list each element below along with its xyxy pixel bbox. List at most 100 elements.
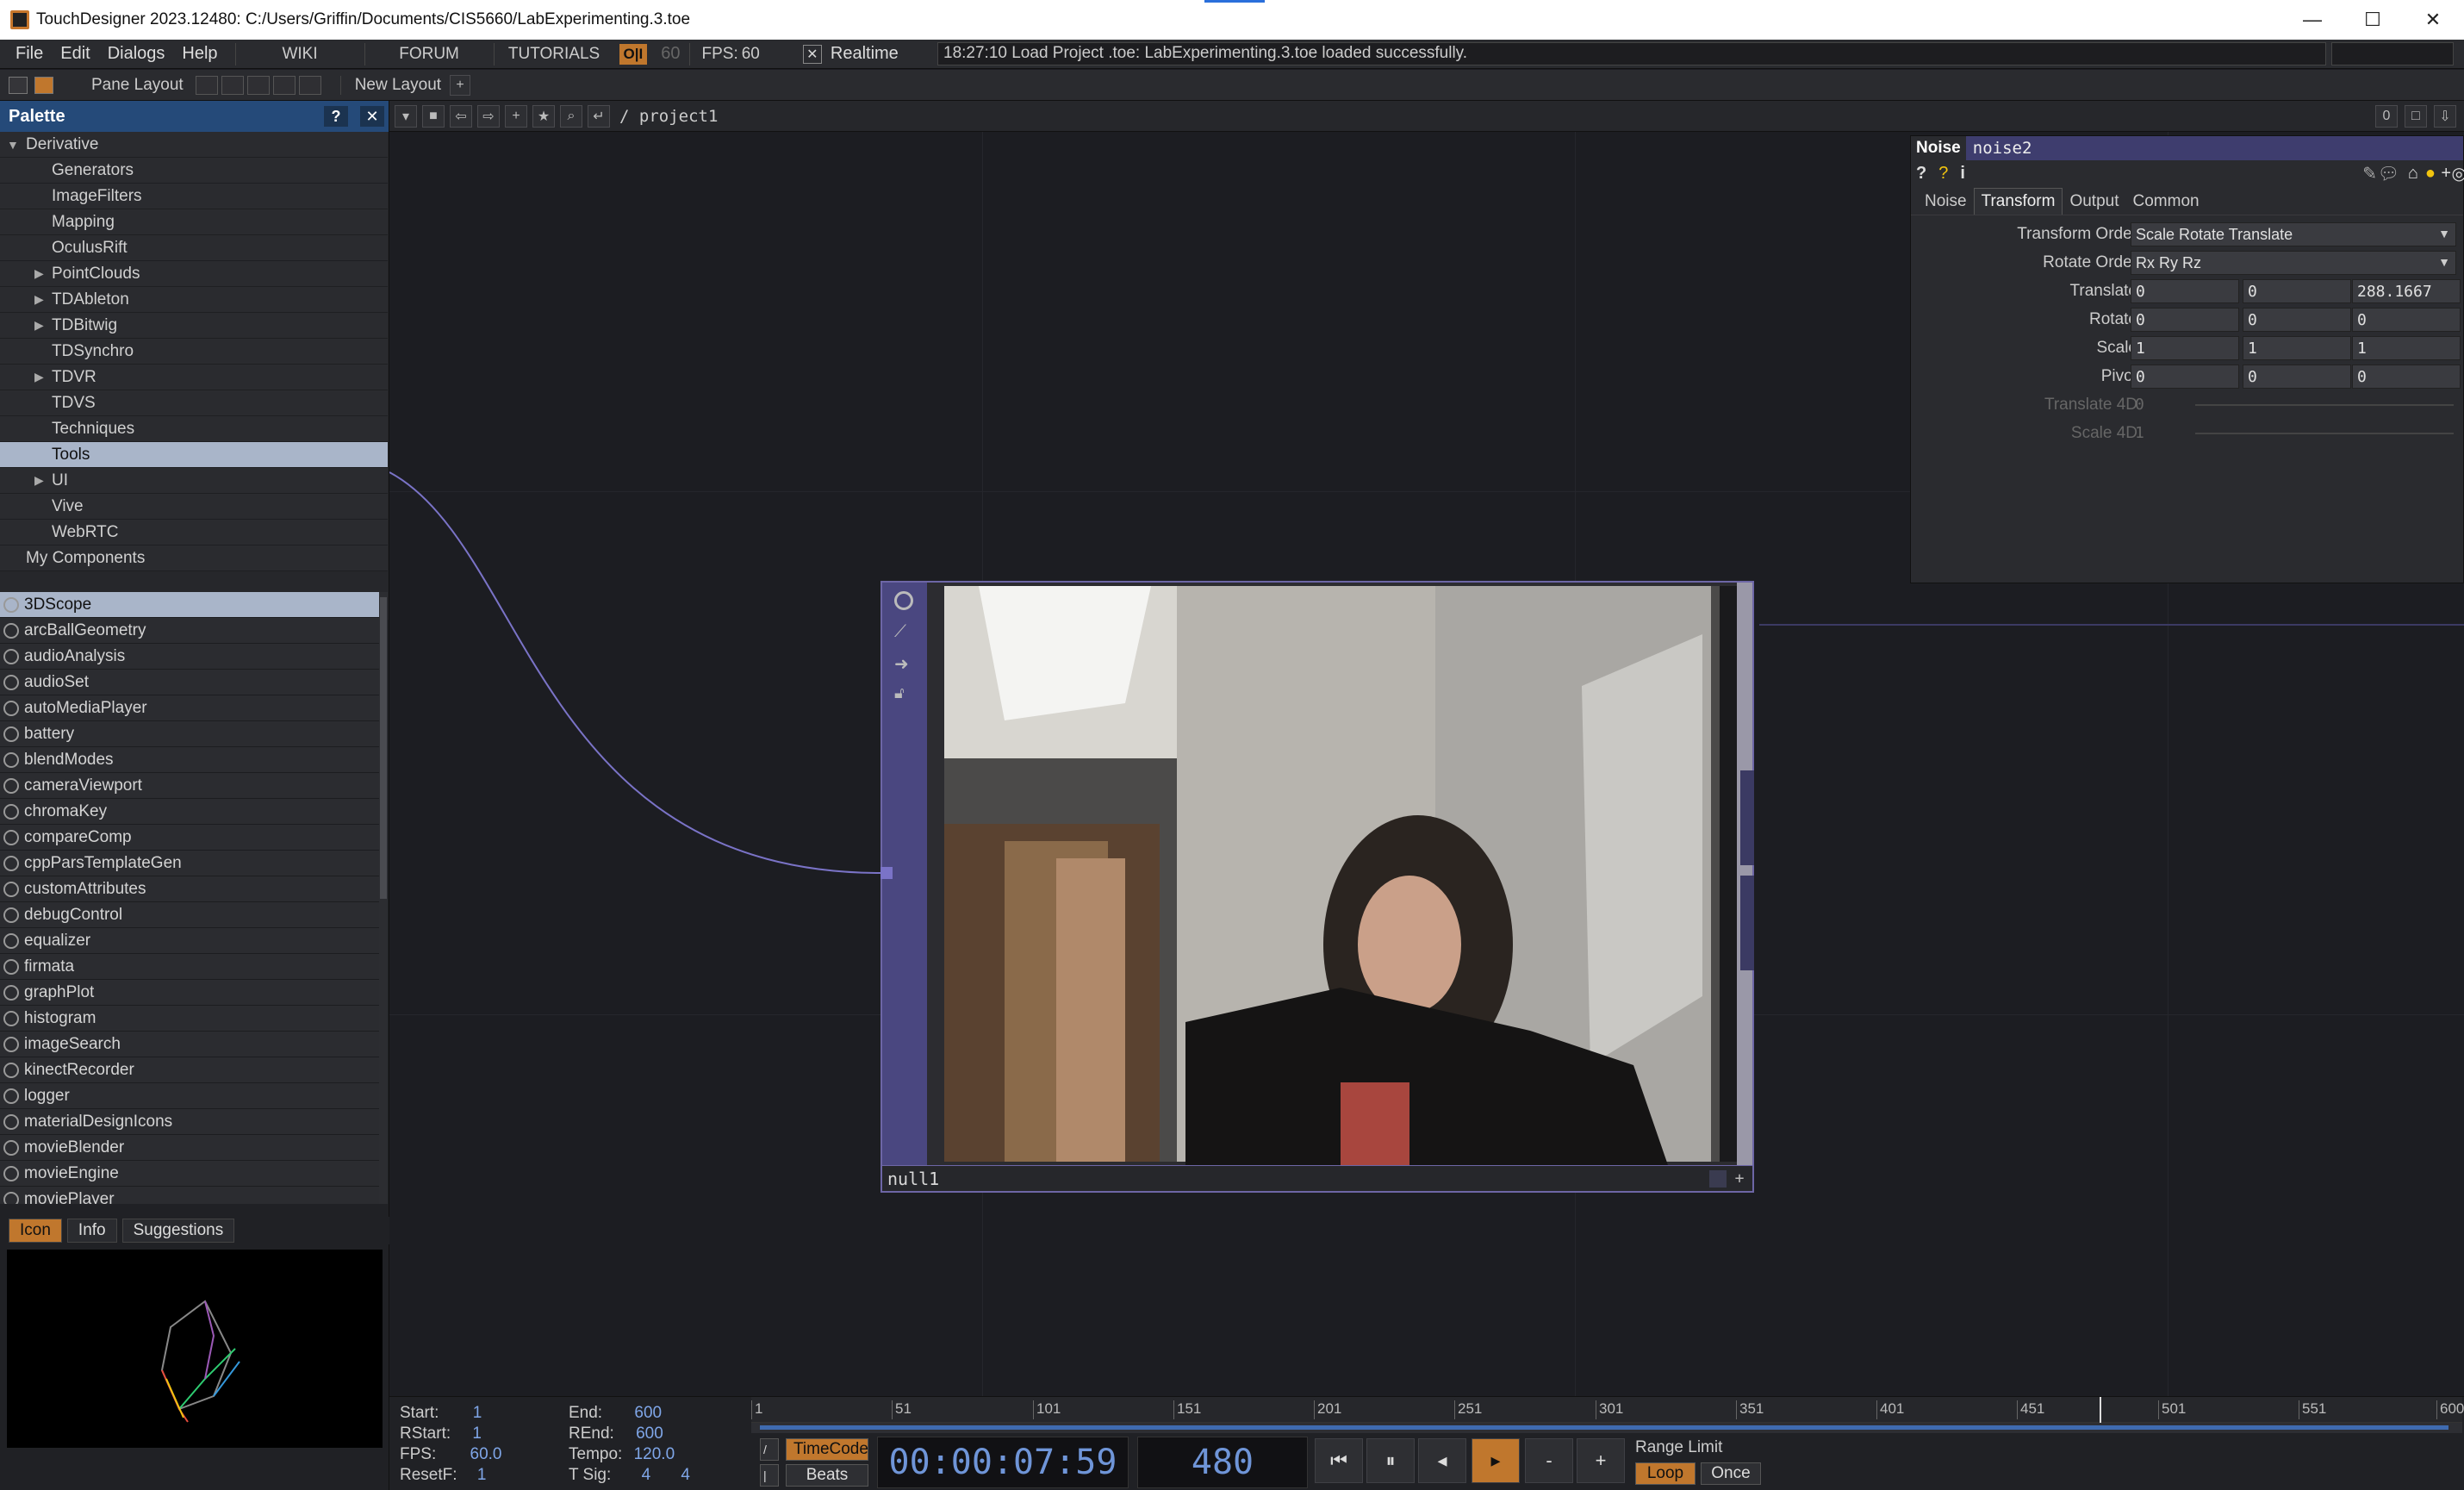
- param-value-field[interactable]: 1: [2131, 336, 2239, 360]
- add-layout-button[interactable]: +: [450, 74, 471, 96]
- node-flag-viewer[interactable]: [1709, 1169, 1727, 1188]
- tree-item-vive[interactable]: Vive: [0, 494, 388, 520]
- menu-dialogs[interactable]: Dialogs: [99, 44, 174, 64]
- tab-info[interactable]: Info: [66, 1219, 117, 1243]
- list-item[interactable]: blendModes: [0, 747, 379, 773]
- param-help-icon[interactable]: ?: [1916, 164, 1926, 184]
- home-icon[interactable]: +: [505, 104, 527, 128]
- menu-help[interactable]: Help: [173, 44, 226, 64]
- layout-split-h-icon[interactable]: [246, 75, 270, 95]
- tab-suggestions[interactable]: Suggestions: [121, 1219, 235, 1243]
- end-field[interactable]: End: 600: [569, 1404, 662, 1423]
- menu-file[interactable]: File: [7, 44, 52, 64]
- list-item[interactable]: arcBallGeometry: [0, 618, 379, 644]
- pane-options-icon[interactable]: ⇩: [2434, 104, 2456, 128]
- home-pane-icon[interactable]: [34, 76, 53, 94]
- list-item[interactable]: materialDesignIcons: [0, 1109, 379, 1135]
- maximize-pane-icon[interactable]: □: [2405, 104, 2427, 128]
- tree-item-ui[interactable]: ▶ UI: [0, 468, 388, 494]
- param-dropdown[interactable]: Rx Ry Rz ▼: [2131, 251, 2456, 275]
- tsig-field[interactable]: T Sig: 4 4: [569, 1466, 690, 1485]
- list-item[interactable]: battery: [0, 721, 379, 747]
- timeline-range-bar[interactable]: [751, 1423, 2462, 1433]
- tempo-field[interactable]: Tempo: 120.0: [569, 1445, 675, 1464]
- list-item[interactable]: graphPlot: [0, 980, 379, 1006]
- minimize-button[interactable]: —: [2283, 0, 2342, 40]
- start-field[interactable]: Start: 1: [400, 1404, 482, 1423]
- collapsed-arrow-icon[interactable]: ▶: [34, 266, 44, 281]
- network-path[interactable]: / project1: [619, 107, 718, 126]
- param-value-field[interactable]: 0: [2131, 308, 2239, 332]
- step-minus-button[interactable]: -: [1525, 1438, 1573, 1483]
- list-item[interactable]: cppParsTemplateGen: [0, 851, 379, 876]
- target-icon[interactable]: ◎: [2452, 163, 2464, 184]
- op-name-field[interactable]: noise2: [1966, 139, 2032, 158]
- tab-icon[interactable]: Icon: [9, 1219, 62, 1243]
- tree-item-tdvs[interactable]: TDVS: [0, 390, 388, 416]
- tab-output[interactable]: Output: [2063, 189, 2125, 215]
- maximize-button[interactable]: ☐: [2343, 0, 2402, 40]
- layout-three-icon[interactable]: [272, 75, 296, 95]
- null1-node[interactable]: ⟋ ➜ 🔓︎ null1 +: [880, 581, 1754, 1193]
- tree-item-generators[interactable]: Generators: [0, 158, 388, 184]
- close-window-button[interactable]: ✕: [2404, 0, 2462, 40]
- tutorials-button[interactable]: TUTORIALS: [493, 42, 614, 65]
- python-help-icon[interactable]: ?: [1938, 164, 1948, 184]
- pause-button[interactable]: ⏸: [1366, 1438, 1415, 1483]
- list-item[interactable]: movieBlender: [0, 1135, 379, 1161]
- tree-item-mapping[interactable]: Mapping: [0, 209, 388, 235]
- tab-common[interactable]: Common: [2126, 189, 2206, 215]
- tree-item-tdvr[interactable]: ▶ TDVR: [0, 365, 388, 390]
- rewind-button[interactable]: ⏮: [1315, 1438, 1363, 1483]
- tab-transform[interactable]: Transform: [1973, 188, 2063, 215]
- tree-item-tdableton[interactable]: ▶ TDAbleton: [0, 287, 388, 313]
- forum-button[interactable]: FORUM: [364, 42, 494, 65]
- list-item[interactable]: audioAnalysis: [0, 644, 379, 670]
- comment-icon[interactable]: 💬︎: [2378, 163, 2399, 184]
- python-icon[interactable]: ●: [2425, 164, 2436, 184]
- network-menu-icon[interactable]: ▾: [395, 104, 417, 128]
- collapsed-arrow-icon[interactable]: ▶: [34, 292, 44, 307]
- layout-four-icon[interactable]: [298, 75, 321, 95]
- add-param-icon[interactable]: +: [2441, 164, 2451, 184]
- list-item[interactable]: 3DScope: [0, 592, 379, 618]
- viewer-toggle-icon[interactable]: [894, 591, 913, 610]
- list-item[interactable]: movieEngine: [0, 1161, 379, 1187]
- param-slider-track[interactable]: [2195, 404, 2454, 406]
- output-connector-b[interactable]: [1740, 876, 1754, 970]
- step-back-button[interactable]: ◂: [1418, 1438, 1466, 1483]
- list-item[interactable]: audioSet: [0, 670, 379, 695]
- tab-noise[interactable]: Noise: [1918, 189, 1974, 215]
- expanded-arrow-icon[interactable]: ▼: [7, 138, 19, 152]
- timecode-toggle-icon[interactable]: /: [760, 1438, 779, 1461]
- back-icon[interactable]: ⇦: [450, 104, 472, 128]
- collapsed-arrow-icon[interactable]: ▶: [34, 473, 44, 488]
- wiki-button[interactable]: WIKI: [234, 42, 364, 65]
- timeline-ruler[interactable]: 1 51 101 151 201 251 301 351 401 451 501 551 600: [751, 1397, 2464, 1423]
- param-value-field[interactable]: 0: [2243, 365, 2351, 389]
- frame-display[interactable]: 480: [1137, 1437, 1308, 1488]
- list-item[interactable]: firmata: [0, 954, 379, 980]
- list-item[interactable]: autoMediaPlayer: [0, 695, 379, 721]
- collapsed-arrow-icon[interactable]: ▶: [34, 370, 44, 384]
- tree-item-pointclouds[interactable]: ▶ PointClouds: [0, 261, 388, 287]
- timecode-button[interactable]: TimeCode: [786, 1438, 868, 1461]
- tree-item-imagefilters[interactable]: ImageFilters: [0, 184, 388, 209]
- realtime-checkbox[interactable]: ✕: [802, 44, 822, 64]
- list-item[interactable]: cameraViewport: [0, 773, 379, 799]
- param-slider-track[interactable]: [2195, 433, 2454, 434]
- param-value-field[interactable]: 0: [2243, 279, 2351, 303]
- tree-item-tdsynchro[interactable]: TDSynchro: [0, 339, 388, 365]
- param-value-field[interactable]: 0: [2352, 365, 2461, 389]
- list-item[interactable]: histogram: [0, 1006, 379, 1032]
- list-item[interactable]: moviePlayer: [0, 1187, 379, 1204]
- param-value-field[interactable]: 0: [2131, 365, 2239, 389]
- list-item[interactable]: kinectRecorder: [0, 1057, 379, 1083]
- stop-icon[interactable]: ■: [422, 104, 445, 128]
- timecode-display[interactable]: 00:00:07:59: [877, 1437, 1129, 1488]
- param-value-field[interactable]: 1: [2352, 336, 2461, 360]
- node-add-icon[interactable]: +: [1730, 1169, 1749, 1188]
- once-button[interactable]: Once: [1701, 1462, 1761, 1485]
- pane-icon[interactable]: [9, 76, 28, 94]
- layout-split-v-icon[interactable]: [221, 75, 244, 95]
